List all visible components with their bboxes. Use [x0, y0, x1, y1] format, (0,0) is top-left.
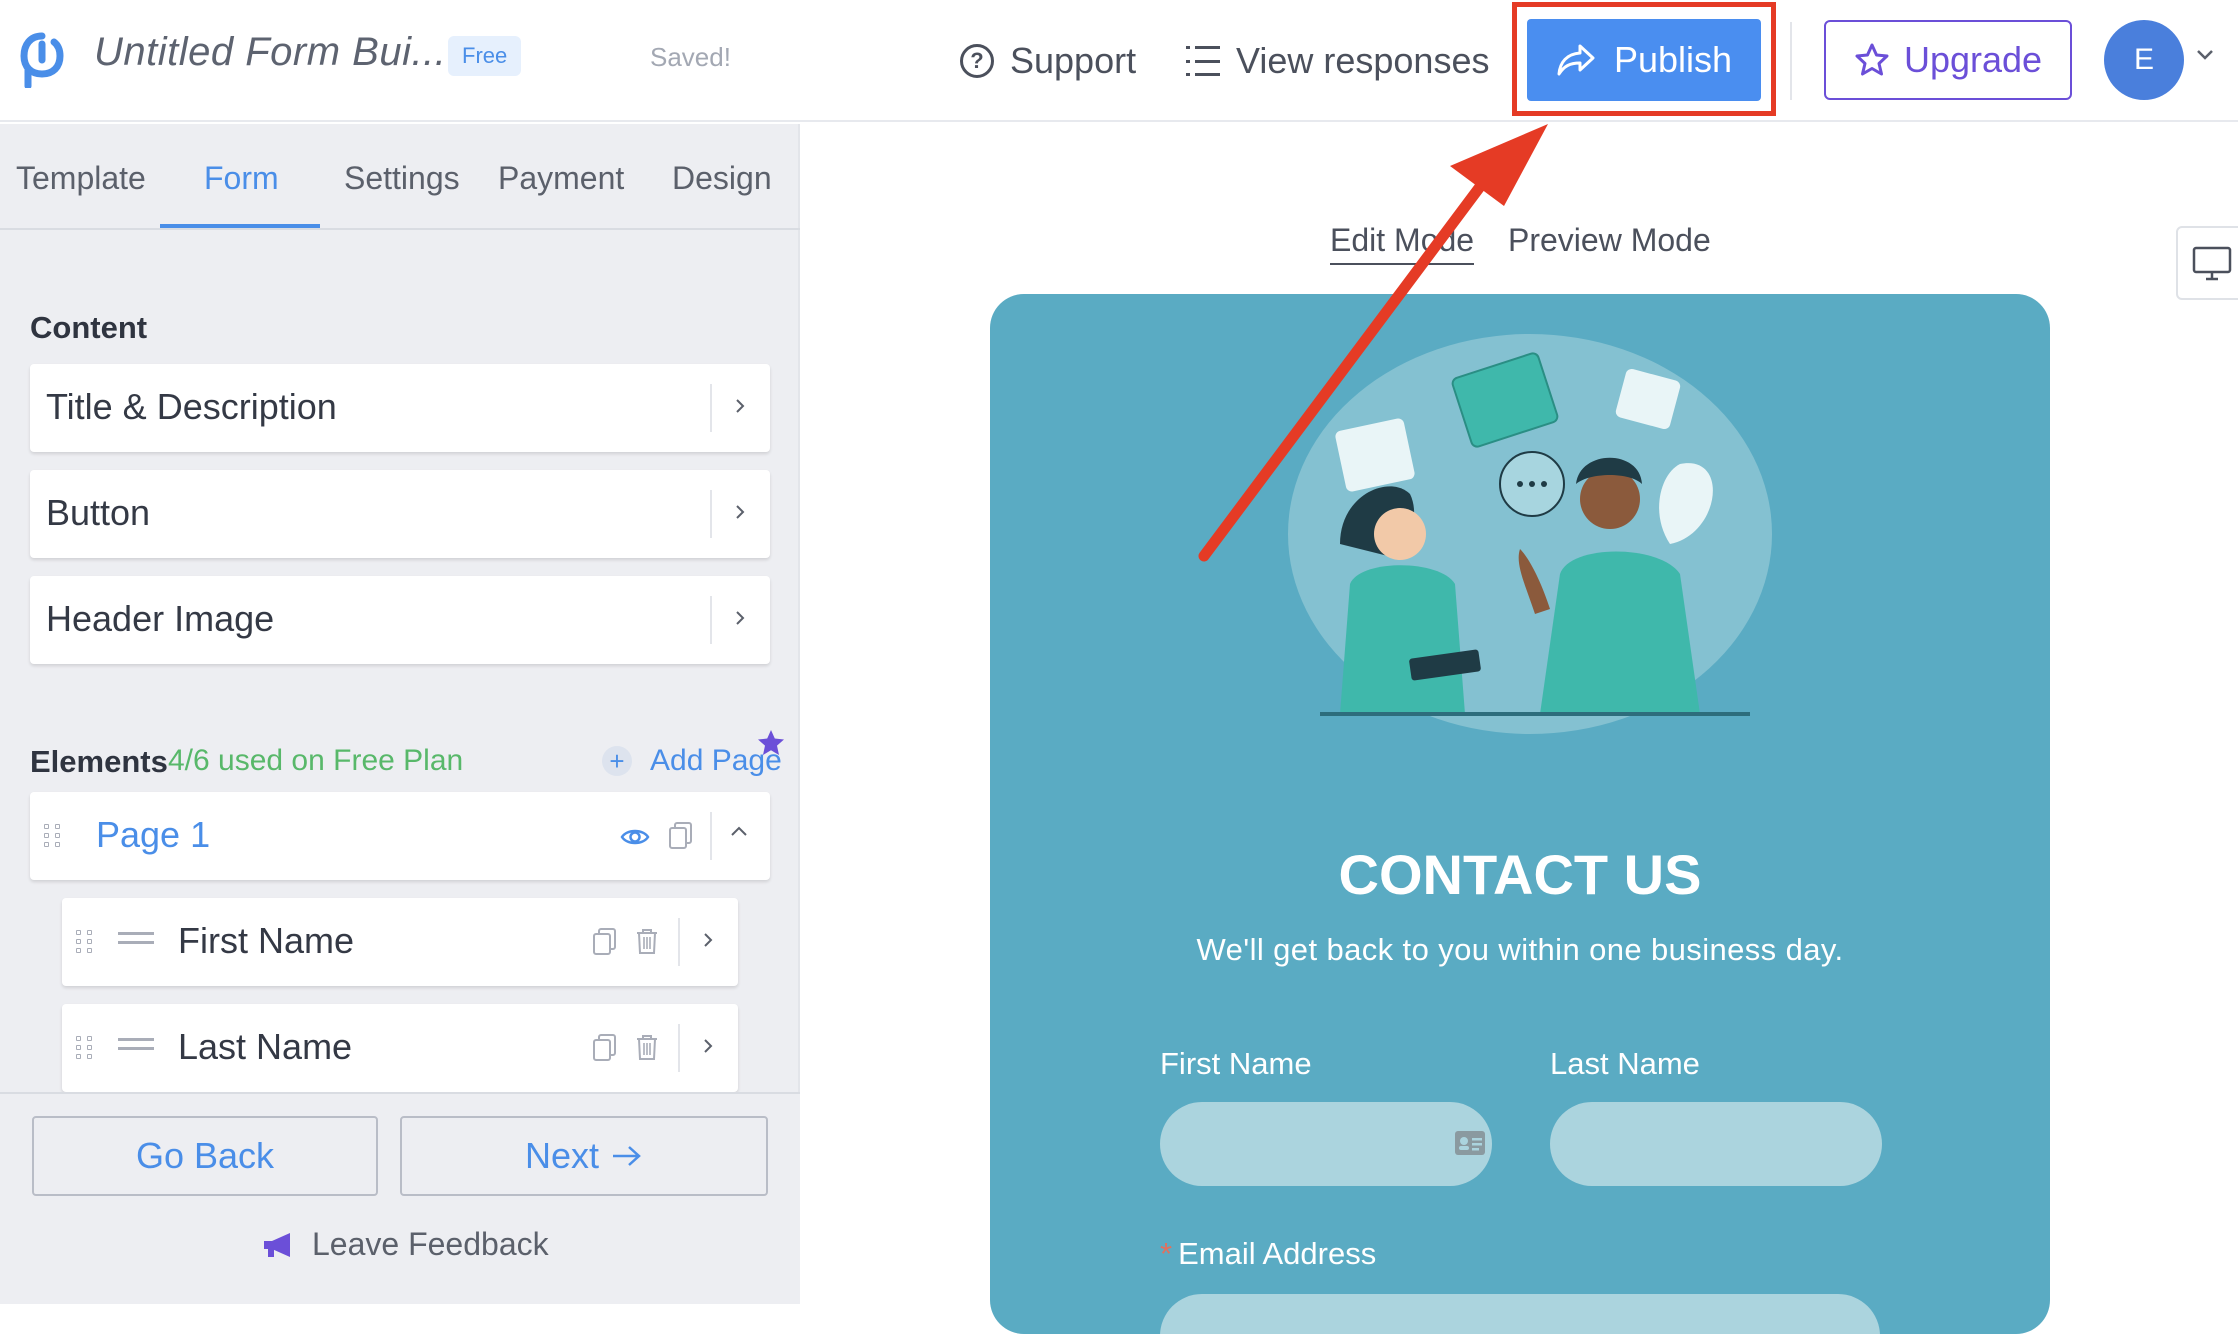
upgrade-label: Upgrade — [1903, 39, 2043, 80]
tab-template[interactable]: Template — [16, 160, 146, 197]
eye-icon[interactable] — [620, 822, 650, 852]
monitor-icon — [2192, 246, 2232, 281]
builder-tabs: Template Form Settings Payment Design — [0, 124, 800, 230]
tab-settings[interactable]: Settings — [344, 160, 460, 197]
drag-handle-icon[interactable] — [44, 824, 62, 848]
form-title[interactable]: Untitled Form Bui... — [94, 30, 446, 75]
first-name-input[interactable] — [1160, 1102, 1492, 1186]
list-icon — [1186, 46, 1220, 76]
trash-icon[interactable] — [632, 1032, 662, 1062]
divider — [710, 490, 712, 538]
duplicate-icon[interactable] — [590, 1032, 620, 1062]
publish-label: Publish — [1613, 39, 1733, 80]
short-text-icon — [118, 1038, 154, 1056]
contact-subtitle: We'll get back to you within one busines… — [1196, 932, 1844, 967]
leave-feedback-label: Leave Feedback — [312, 1226, 549, 1262]
view-responses-link[interactable]: View responses — [1186, 36, 1489, 86]
content-item-label: Button — [46, 492, 151, 533]
field-label: Last Name — [178, 1026, 353, 1067]
chevron-right-icon — [736, 399, 745, 413]
email-input[interactable] — [1160, 1294, 1880, 1334]
content-item-title-description[interactable]: Title & Description — [30, 364, 770, 452]
chevron-right-icon — [736, 611, 745, 625]
divider — [710, 596, 712, 644]
tab-form[interactable]: Form — [204, 160, 279, 197]
edit-mode-toggle[interactable]: Edit Mode — [1330, 222, 1475, 265]
field-label: First Name — [178, 920, 355, 961]
megaphone-icon — [264, 1232, 290, 1257]
support-label: Support — [1010, 40, 1137, 81]
divider — [710, 384, 712, 432]
go-back-button[interactable]: Go Back — [32, 1116, 378, 1196]
plus-icon: + — [602, 746, 632, 776]
email-label: Email Address — [1178, 1236, 1377, 1271]
chevron-down-icon[interactable] — [2196, 46, 2214, 64]
trash-icon[interactable] — [632, 926, 662, 956]
add-page-button[interactable]: + Add Page — [602, 744, 782, 778]
email-label-row: * Email Address — [1160, 1236, 1376, 1272]
builder-sidebar: Template Form Settings Payment Design Co… — [0, 124, 800, 1304]
contact-title: CONTACT US — [1338, 843, 1702, 906]
last-name-label: Last Name — [1550, 1046, 1700, 1081]
save-status: Saved! — [650, 42, 731, 72]
first-name-label: First Name — [1160, 1046, 1312, 1081]
arrow-right-icon — [613, 1146, 641, 1166]
form-preview-card: CONTACT US We'll get back to you within … — [990, 294, 2050, 1334]
app-logo-icon[interactable] — [20, 32, 64, 88]
preview-mode-toggle[interactable]: Preview Mode — [1508, 222, 1711, 259]
plan-badge: Free — [448, 36, 522, 76]
last-name-input[interactable] — [1550, 1102, 1882, 1186]
upgrade-button[interactable]: Upgrade — [1824, 20, 2072, 100]
content-item-label: Title & Description — [46, 386, 337, 427]
header-illustration — [1288, 334, 1772, 734]
go-back-label: Go Back — [135, 1135, 275, 1176]
content-item-header-image[interactable]: Header Image — [30, 576, 770, 664]
publish-button[interactable]: Publish — [1527, 19, 1761, 101]
duplicate-icon[interactable] — [590, 926, 620, 956]
divider — [678, 918, 680, 966]
next-button[interactable]: Next — [400, 1116, 768, 1196]
content-heading: Content — [30, 310, 148, 345]
page-item[interactable]: Page 1 — [30, 792, 770, 880]
content-item-button[interactable]: Button — [30, 470, 770, 558]
chevron-right-icon[interactable] — [700, 932, 716, 948]
elements-header: Elements 4/6 used on Free Plan + Add Pag… — [30, 730, 790, 784]
star-icon — [1855, 43, 1889, 76]
divider — [678, 1024, 680, 1072]
premium-star-icon — [758, 730, 784, 755]
field-item-last-name[interactable]: Last Name — [62, 1004, 738, 1092]
view-responses-label: View responses — [1236, 40, 1490, 81]
field-item-first-name[interactable]: First Name — [62, 898, 738, 986]
elements-usage: 4/6 used on Free Plan — [168, 744, 464, 777]
required-marker: * — [1160, 1236, 1173, 1271]
elements-heading: Elements — [30, 744, 168, 779]
duplicate-icon[interactable] — [666, 820, 696, 850]
support-link[interactable]: ? Support — [960, 36, 1136, 86]
user-avatar[interactable]: E — [2104, 20, 2184, 100]
short-text-icon — [118, 932, 154, 950]
chevron-right-icon — [736, 505, 745, 519]
divider — [710, 812, 712, 860]
sidebar-footer: Go Back Next Leave Feedback — [0, 1092, 800, 1304]
tab-payment[interactable]: Payment — [498, 160, 624, 197]
help-circle-icon: ? — [960, 44, 994, 78]
desktop-view-button[interactable] — [2176, 226, 2238, 300]
next-label: Next — [524, 1135, 600, 1176]
contact-card-icon — [1455, 1131, 1485, 1155]
drag-handle-icon[interactable] — [76, 1036, 94, 1060]
chevron-up-icon[interactable] — [730, 822, 748, 840]
page-label: Page 1 — [96, 814, 211, 855]
active-tab-indicator — [160, 224, 320, 228]
header-divider — [1790, 22, 1792, 100]
tab-design[interactable]: Design — [672, 160, 772, 197]
share-arrow-icon — [1557, 44, 1595, 76]
content-item-label: Header Image — [46, 598, 275, 639]
drag-handle-icon[interactable] — [76, 930, 94, 954]
leave-feedback-link[interactable]: Leave Feedback — [262, 1226, 549, 1263]
chevron-right-icon[interactable] — [700, 1038, 716, 1054]
